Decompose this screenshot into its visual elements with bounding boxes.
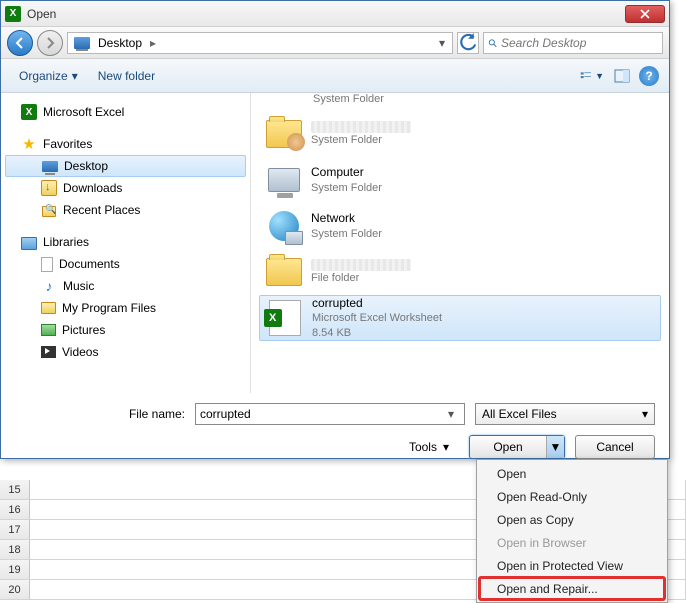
filename-field[interactable]: ▾ xyxy=(195,403,465,425)
chevron-down-icon: ▾ xyxy=(443,440,449,454)
file-item-computer[interactable]: ComputerSystem Folder xyxy=(259,157,661,203)
refresh-button[interactable] xyxy=(457,32,479,54)
sidebar-item-program-files[interactable]: My Program Files xyxy=(1,297,250,319)
view-button[interactable]: ▼ xyxy=(579,65,605,87)
sidebar-item-documents[interactable]: Documents xyxy=(1,253,250,275)
network-icon xyxy=(265,207,303,245)
filename-label: File name: xyxy=(15,407,185,421)
menu-open-in-browser: Open in Browser xyxy=(479,531,665,554)
window-title: Open xyxy=(27,7,625,21)
sidebar-item-music[interactable]: ♪Music xyxy=(1,275,250,297)
open-button[interactable]: Open ▼ xyxy=(469,435,565,459)
tools-button[interactable]: Tools▾ xyxy=(409,440,449,454)
cancel-button[interactable]: Cancel xyxy=(575,435,655,459)
folder-icon xyxy=(265,253,303,291)
excel-icon xyxy=(21,104,37,120)
file-name xyxy=(311,259,411,271)
preview-pane-button[interactable] xyxy=(609,65,635,87)
sidebar-item-desktop[interactable]: Desktop xyxy=(5,155,246,177)
sidebar-item-downloads[interactable]: Downloads xyxy=(1,177,250,199)
menu-open-protected-view[interactable]: Open in Protected View xyxy=(479,554,665,577)
back-button[interactable] xyxy=(7,30,33,56)
recent-icon xyxy=(41,202,57,218)
file-item-corrupted[interactable]: corrupted Microsoft Excel Worksheet 8.54… xyxy=(259,295,661,341)
forward-button[interactable] xyxy=(37,30,63,56)
new-folder-button[interactable]: New folder xyxy=(90,65,163,87)
nav-pane: Microsoft Excel ★Favorites Desktop Downl… xyxy=(1,93,251,393)
search-icon xyxy=(488,36,497,50)
chevron-right-icon[interactable]: ▸ xyxy=(146,36,160,50)
menu-open[interactable]: Open xyxy=(479,462,665,485)
libraries-icon xyxy=(21,234,37,250)
file-list: System Folder System Folder ComputerSyst… xyxy=(251,93,669,393)
computer-icon xyxy=(265,161,303,199)
open-dropdown-menu: Open Open Read-Only Open as Copy Open in… xyxy=(476,459,668,603)
chevron-down-icon: ▾ xyxy=(72,69,78,83)
star-icon: ★ xyxy=(21,136,37,152)
file-item[interactable]: File folder xyxy=(259,249,661,295)
organize-button[interactable]: Organize▾ xyxy=(11,65,86,87)
breadcrumb-segment[interactable]: Desktop xyxy=(94,36,146,50)
excel-file-icon xyxy=(266,299,304,337)
downloads-icon xyxy=(41,180,57,196)
chevron-down-icon: ▾ xyxy=(642,407,648,421)
search-box[interactable] xyxy=(483,32,663,54)
sidebar-item-recent[interactable]: Recent Places xyxy=(1,199,250,221)
file-name xyxy=(311,121,411,133)
folder-icon xyxy=(41,302,56,314)
sidebar-excel[interactable]: Microsoft Excel xyxy=(1,101,250,123)
desktop-icon xyxy=(74,37,90,49)
close-button[interactable] xyxy=(625,5,665,23)
sidebar-item-pictures[interactable]: Pictures xyxy=(1,319,250,341)
music-icon: ♪ xyxy=(41,278,57,294)
videos-icon xyxy=(41,346,56,358)
sidebar-favorites[interactable]: ★Favorites xyxy=(1,133,250,155)
titlebar: Open xyxy=(1,1,669,27)
sidebar-libraries[interactable]: Libraries xyxy=(1,231,250,253)
nav-bar: Desktop ▸ ▾ xyxy=(1,27,669,59)
toolbar: Organize▾ New folder ▼ ? xyxy=(1,59,669,93)
search-input[interactable] xyxy=(501,36,658,50)
desktop-icon xyxy=(42,161,58,172)
folder-user-icon xyxy=(265,115,303,153)
filename-input[interactable] xyxy=(200,407,442,421)
excel-icon xyxy=(5,6,21,22)
menu-open-as-copy[interactable]: Open as Copy xyxy=(479,508,665,531)
documents-icon xyxy=(41,257,53,272)
open-dropdown-button[interactable]: ▼ xyxy=(546,436,564,458)
breadcrumb-dropdown[interactable]: ▾ xyxy=(434,36,450,50)
menu-open-and-repair[interactable]: Open and Repair... xyxy=(479,577,665,600)
chevron-down-icon[interactable]: ▾ xyxy=(442,407,460,421)
file-item-network[interactable]: NetworkSystem Folder xyxy=(259,203,661,249)
help-button[interactable]: ? xyxy=(639,66,659,86)
breadcrumb[interactable]: Desktop ▸ ▾ xyxy=(67,32,453,54)
file-type-filter[interactable]: All Excel Files▾ xyxy=(475,403,655,425)
file-item[interactable]: System Folder xyxy=(259,111,661,157)
file-item[interactable]: System Folder xyxy=(259,93,661,111)
chevron-down-icon: ▼ xyxy=(595,71,604,81)
menu-open-read-only[interactable]: Open Read-Only xyxy=(479,485,665,508)
pictures-icon xyxy=(41,324,56,336)
dialog-body: Microsoft Excel ★Favorites Desktop Downl… xyxy=(1,93,669,393)
sidebar-item-videos[interactable]: Videos xyxy=(1,341,250,363)
open-dialog: Open Desktop ▸ ▾ Organize▾ New folder xyxy=(0,0,670,459)
